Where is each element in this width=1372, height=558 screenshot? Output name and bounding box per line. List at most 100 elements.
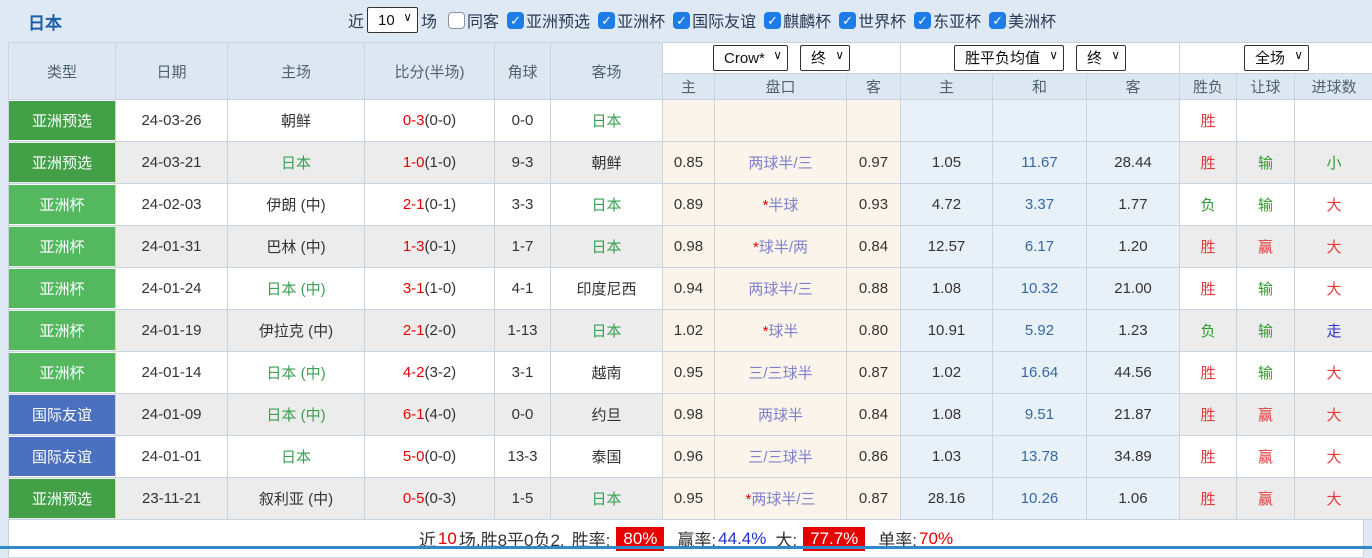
home-team: 日本 (中)	[228, 352, 365, 394]
recent-count-select-wrap: 10 ∨	[367, 7, 418, 33]
crow-away-odds: 0.88	[847, 268, 901, 310]
avg-away-odds: 28.44	[1087, 142, 1180, 184]
goals-result-text: 大	[1295, 184, 1372, 226]
same-venue-checkbox[interactable]	[448, 12, 465, 29]
handicap-result-text: 输	[1237, 352, 1295, 394]
checkbox-checked-icon[interactable]: ✓	[598, 12, 615, 29]
away-team: 日本	[551, 478, 663, 520]
score-half: (0-3)	[425, 490, 457, 507]
goals-result-text: 大	[1295, 478, 1372, 520]
handicap-name: 三/三球半	[748, 449, 812, 466]
score-main: 5-0	[403, 448, 425, 465]
avg-home-odds: 1.08	[901, 268, 993, 310]
scope-header: 全场 ∨	[1180, 43, 1372, 74]
avg-draw-odds: 10.32	[993, 268, 1087, 310]
checkbox-checked-icon[interactable]: ✓	[507, 12, 524, 29]
crow-home-odds: 1.02	[663, 310, 715, 352]
goals-result-text: 走	[1295, 310, 1372, 352]
same-venue-filter: 同客	[440, 8, 499, 32]
score-half: (4-0)	[425, 406, 457, 423]
filter-controls: 近 10 ∨ 场 同客 ✓亚洲预选✓亚洲杯✓国际友谊✓麒麟杯✓世界杯✓东亚杯✓美…	[345, 0, 1056, 40]
score-half: (3-2)	[425, 364, 457, 381]
recent-count-select[interactable]: 10	[367, 7, 418, 33]
avg-draw-odds: 6.17	[993, 226, 1087, 268]
handicap-result-text: 赢	[1237, 394, 1295, 436]
odds-time-select[interactable]: 终	[800, 45, 850, 71]
crow-away-odds: 0.86	[847, 436, 901, 478]
handicap-name: 两球半	[758, 407, 803, 424]
odds-source-select[interactable]: Crow*	[713, 45, 788, 71]
avg-home-odds: 1.03	[901, 436, 993, 478]
goals-result-text: 大	[1295, 268, 1372, 310]
score-main: 1-0	[403, 154, 425, 171]
away-team: 越南	[551, 352, 663, 394]
matches-label: 场	[421, 8, 437, 32]
match-date: 24-01-14	[116, 352, 228, 394]
crow-away-odds: 0.80	[847, 310, 901, 352]
checkbox-checked-icon[interactable]: ✓	[914, 12, 931, 29]
handicap-result-text	[1237, 100, 1295, 142]
match-rows: 亚洲预选 24-03-26 朝鲜 0-3(0-0) 0-0 日本 胜 亚洲预选 …	[9, 100, 1372, 520]
avg-time-select[interactable]: 终	[1076, 45, 1126, 71]
table-row: 亚洲预选 24-03-26 朝鲜 0-3(0-0) 0-0 日本 胜	[9, 100, 1372, 142]
avg-away-odds: 1.77	[1087, 184, 1180, 226]
handicap-result-text: 赢	[1237, 478, 1295, 520]
away-team: 约旦	[551, 394, 663, 436]
avg-source-select-wrap: 胜平负均值 ∨	[954, 45, 1064, 71]
away-team: 日本	[551, 100, 663, 142]
table-row: 亚洲杯 24-01-31 巴林 (中) 1-3(0-1) 1-7 日本 0.98…	[9, 226, 1372, 268]
avg-draw-odds: 5.92	[993, 310, 1087, 352]
score-half: (2-0)	[425, 322, 457, 339]
crow-home-odds: 0.96	[663, 436, 715, 478]
competition-label: 美洲杯	[1008, 8, 1056, 32]
competition-filter: ✓世界杯	[831, 8, 906, 32]
match-date: 24-01-09	[116, 394, 228, 436]
avg-draw-odds: 11.67	[993, 142, 1087, 184]
avg-draw-odds: 13.78	[993, 436, 1087, 478]
table-row: 亚洲杯 24-01-24 日本 (中) 3-1(1-0) 4-1 印度尼西 0.…	[9, 268, 1372, 310]
checkbox-checked-icon[interactable]: ✓	[673, 12, 690, 29]
match-type-badge: 亚洲杯	[9, 269, 115, 308]
match-history-table: 类型 日期 主场 比分(半场) 角球 客场 Crow* ∨ 终	[8, 42, 1372, 520]
competition-filter: ✓亚洲预选	[499, 8, 590, 32]
crow-home-odds: 0.94	[663, 268, 715, 310]
handicap-name: 三/三球半	[748, 365, 812, 382]
goals-result-text: 大	[1295, 226, 1372, 268]
corner-score: 1-13	[495, 310, 551, 352]
table-row: 亚洲杯 24-01-14 日本 (中) 4-2(3-2) 3-1 越南 0.95…	[9, 352, 1372, 394]
score-half: (0-0)	[425, 448, 457, 465]
score-main: 4-2	[403, 364, 425, 381]
match-date: 24-01-19	[116, 310, 228, 352]
match-type-badge: 国际友谊	[9, 437, 115, 476]
score-main: 3-1	[403, 280, 425, 297]
avg-source-select[interactable]: 胜平负均值	[954, 45, 1064, 71]
crow-away-odds	[847, 100, 901, 142]
avg-draw-odds	[993, 100, 1087, 142]
handicap-result-text: 输	[1237, 310, 1295, 352]
avg-away-odds: 1.20	[1087, 226, 1180, 268]
result-text: 胜	[1180, 100, 1237, 142]
avg-draw-odds: 9.51	[993, 394, 1087, 436]
home-team: 叙利亚 (中)	[228, 478, 365, 520]
avg-time-select-wrap: 终 ∨	[1076, 45, 1126, 71]
goals-result-text	[1295, 100, 1372, 142]
home-team: 日本	[228, 436, 365, 478]
match-date: 24-02-03	[116, 184, 228, 226]
col-header-avg-draw: 和	[993, 74, 1087, 100]
crow-away-odds: 0.84	[847, 394, 901, 436]
match-date: 24-01-01	[116, 436, 228, 478]
corner-score: 1-7	[495, 226, 551, 268]
match-type-badge: 亚洲杯	[9, 227, 115, 266]
result-text: 胜	[1180, 394, 1237, 436]
score-half: (1-0)	[425, 154, 457, 171]
scope-select[interactable]: 全场	[1244, 45, 1309, 71]
checkbox-checked-icon[interactable]: ✓	[764, 12, 781, 29]
home-team: 朝鲜	[228, 100, 365, 142]
corner-score: 3-1	[495, 352, 551, 394]
checkbox-checked-icon[interactable]: ✓	[989, 12, 1006, 29]
checkbox-checked-icon[interactable]: ✓	[839, 12, 856, 29]
result-text: 胜	[1180, 268, 1237, 310]
col-header-type: 类型	[9, 43, 116, 100]
away-team: 日本	[551, 184, 663, 226]
match-date: 24-01-24	[116, 268, 228, 310]
